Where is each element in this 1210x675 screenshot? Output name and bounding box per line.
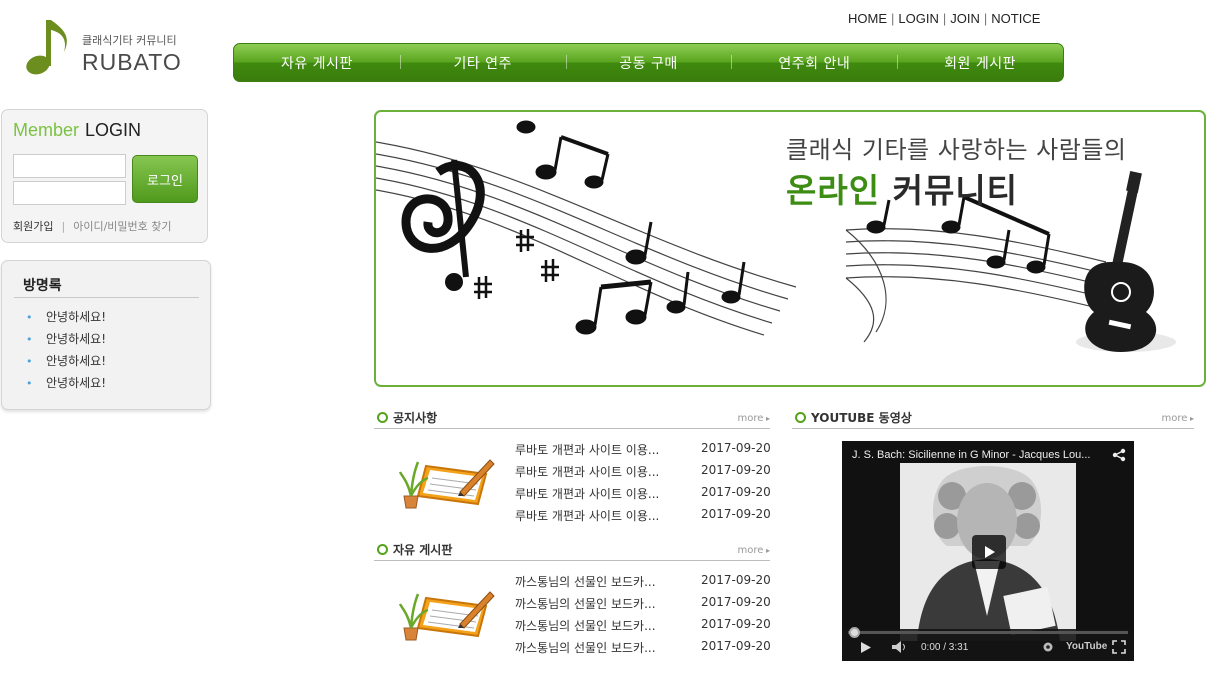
play-button[interactable] [972, 535, 1006, 569]
youtube-title: YOUTUBE 동영상 [811, 411, 912, 425]
banner-tagline-green: 온라인 [786, 171, 881, 210]
fullscreen-icon[interactable] [1112, 640, 1126, 654]
post-subject: 루바토 개편과 사이트 이용... [515, 443, 660, 457]
guestbook-panel: 방명록 안녕하세요! 안녕하세요! 안녕하세요! 안녕하세요! [1, 260, 211, 410]
post-date: 2017-09-20 [701, 639, 771, 653]
list-item[interactable]: 까스통님의 선물인 보드카... 2017-09-20 [515, 617, 773, 639]
find-account-link[interactable]: 아이디/비밀번호 찾기 [73, 220, 171, 233]
banner-tagline-dark: 커뮤니티 [892, 171, 1019, 210]
volume-icon[interactable] [892, 641, 908, 653]
banner-headline: 클래식 기타를 사랑하는 사람들의 [786, 136, 1127, 164]
login-button[interactable]: 로그인 [132, 155, 198, 203]
banner-tagline: 온라인 커뮤니티 [786, 164, 1018, 212]
notice-more-link[interactable]: more [738, 413, 770, 424]
post-date: 2017-09-20 [701, 573, 771, 587]
post-subject: 까스통님의 선물인 보드카... [515, 619, 656, 633]
nav-member-board[interactable]: 회원 게시판 [897, 53, 1063, 73]
divider: | [983, 11, 988, 26]
notice-header: 공지사항 more [374, 407, 770, 429]
free-board-post-list: 까스통님의 선물인 보드카... 2017-09-20 까스통님의 선물인 보드카… [515, 573, 773, 661]
youtube-more-link[interactable]: more [1162, 413, 1194, 424]
circle-bullet-icon [377, 544, 388, 555]
play-icon [985, 546, 995, 558]
nav-free-board[interactable]: 자유 게시판 [234, 53, 400, 73]
memo-pencil-icon [398, 591, 495, 641]
user-id-input[interactable] [13, 154, 126, 178]
join-link[interactable]: 회원가입 [13, 220, 53, 233]
divider: | [942, 11, 947, 26]
memo-pencil-icon [398, 459, 495, 509]
list-item[interactable]: 루바토 개편과 사이트 이용... 2017-09-20 [515, 463, 773, 485]
divider: | [891, 11, 895, 26]
post-date: 2017-09-20 [701, 617, 771, 631]
login-links: 회원가입 | 아이디/비밀번호 찾기 [13, 218, 172, 234]
login-title-member: Member [13, 120, 80, 140]
divider [14, 297, 199, 298]
logo-title: RUBATO [82, 49, 182, 75]
circle-bullet-icon [377, 412, 388, 423]
guestbook-item[interactable]: 안녕하세요! [26, 331, 106, 353]
list-item[interactable]: 까스통님의 선물인 보드카... 2017-09-20 [515, 595, 773, 617]
notice-title: 공지사항 [393, 411, 438, 425]
post-subject: 까스통님의 선물인 보드카... [515, 641, 656, 655]
music-note-icon [26, 20, 67, 75]
nav-guitar-performance[interactable]: 기타 연주 [399, 53, 566, 73]
list-item[interactable]: 루바토 개편과 사이트 이용... 2017-09-20 [515, 485, 773, 507]
top-links: HOME | LOGIN | JOIN | NOTICE [848, 11, 1040, 26]
login-link[interactable]: LOGIN [898, 11, 938, 26]
main-banner: 클래식 기타를 사랑하는 사람들의 온라인 커뮤니티 [374, 110, 1206, 387]
guestbook-item[interactable]: 안녕하세요! [26, 309, 106, 331]
youtube-player[interactable]: J. S. Bach: Sicilienne in G Minor - Jacq… [842, 441, 1134, 661]
post-subject: 루바토 개편과 사이트 이용... [515, 487, 660, 501]
logo-subtitle: 클래식기타 커뮤니티 [82, 34, 177, 47]
video-time: 0:00 / 3:31 [921, 642, 969, 653]
free-board-more-link[interactable]: more [738, 545, 770, 556]
list-item[interactable]: 까스통님의 선물인 보드카... 2017-09-20 [515, 639, 773, 661]
post-date: 2017-09-20 [701, 507, 771, 521]
list-item[interactable]: 까스통님의 선물인 보드카... 2017-09-20 [515, 573, 773, 595]
join-link[interactable]: JOIN [950, 11, 980, 26]
video-progress-bar[interactable] [848, 627, 1128, 638]
post-date: 2017-09-20 [701, 463, 771, 477]
guestbook-item[interactable]: 안녕하세요! [26, 353, 106, 375]
home-link[interactable]: HOME [848, 11, 887, 26]
main-nav: 자유 게시판 기타 연주 공동 구매 연주회 안내 회원 게시판 [233, 43, 1064, 82]
nav-concert-info[interactable]: 연주회 안내 [731, 53, 897, 73]
youtube-header: YOUTUBE 동영상 more [792, 407, 1194, 429]
free-board-header: 자유 게시판 more [374, 539, 770, 561]
youtube-logo[interactable]: YouTube [1066, 641, 1107, 652]
share-icon[interactable] [1112, 448, 1126, 462]
post-subject: 루바토 개편과 사이트 이용... [515, 509, 660, 523]
notice-link[interactable]: NOTICE [991, 11, 1040, 26]
list-item[interactable]: 루바토 개편과 사이트 이용... 2017-09-20 [515, 441, 773, 463]
site-logo[interactable]: 클래식기타 커뮤니티 RUBATO [24, 16, 194, 80]
post-date: 2017-09-20 [701, 485, 771, 499]
circle-bullet-icon [795, 412, 806, 423]
divider: | [61, 220, 66, 233]
post-subject: 루바토 개편과 사이트 이용... [515, 465, 660, 479]
login-title-login: LOGIN [85, 120, 142, 140]
video-title: J. S. Bach: Sicilienne in G Minor - Jacq… [852, 449, 1091, 461]
guitar-illustration [1076, 170, 1176, 352]
progress-knob[interactable] [849, 627, 860, 638]
list-item[interactable]: 루바토 개편과 사이트 이용... 2017-09-20 [515, 507, 773, 529]
nav-group-purchase[interactable]: 공동 구매 [565, 53, 732, 73]
post-date: 2017-09-20 [701, 595, 771, 609]
post-subject: 까스통님의 선물인 보드카... [515, 597, 656, 611]
free-board-title: 자유 게시판 [393, 543, 453, 557]
login-panel-title: Member LOGIN [13, 120, 141, 141]
guestbook-list: 안녕하세요! 안녕하세요! 안녕하세요! 안녕하세요! [26, 309, 106, 397]
notice-post-list: 루바토 개편과 사이트 이용... 2017-09-20 루바토 개편과 사이트 … [515, 441, 773, 529]
guestbook-title: 방명록 [23, 278, 62, 294]
login-panel: Member LOGIN 로그인 회원가입 | 아이디/비밀번호 찾기 [1, 109, 208, 243]
settings-gear-icon[interactable] [1042, 641, 1054, 653]
post-subject: 까스통님의 선물인 보드카... [515, 575, 656, 589]
video-controls: 0:00 / 3:31 YouTube [842, 627, 1134, 661]
guestbook-item[interactable]: 안녕하세요! [26, 375, 106, 397]
password-input[interactable] [13, 181, 126, 205]
post-date: 2017-09-20 [701, 441, 771, 455]
play-icon[interactable] [860, 642, 871, 653]
